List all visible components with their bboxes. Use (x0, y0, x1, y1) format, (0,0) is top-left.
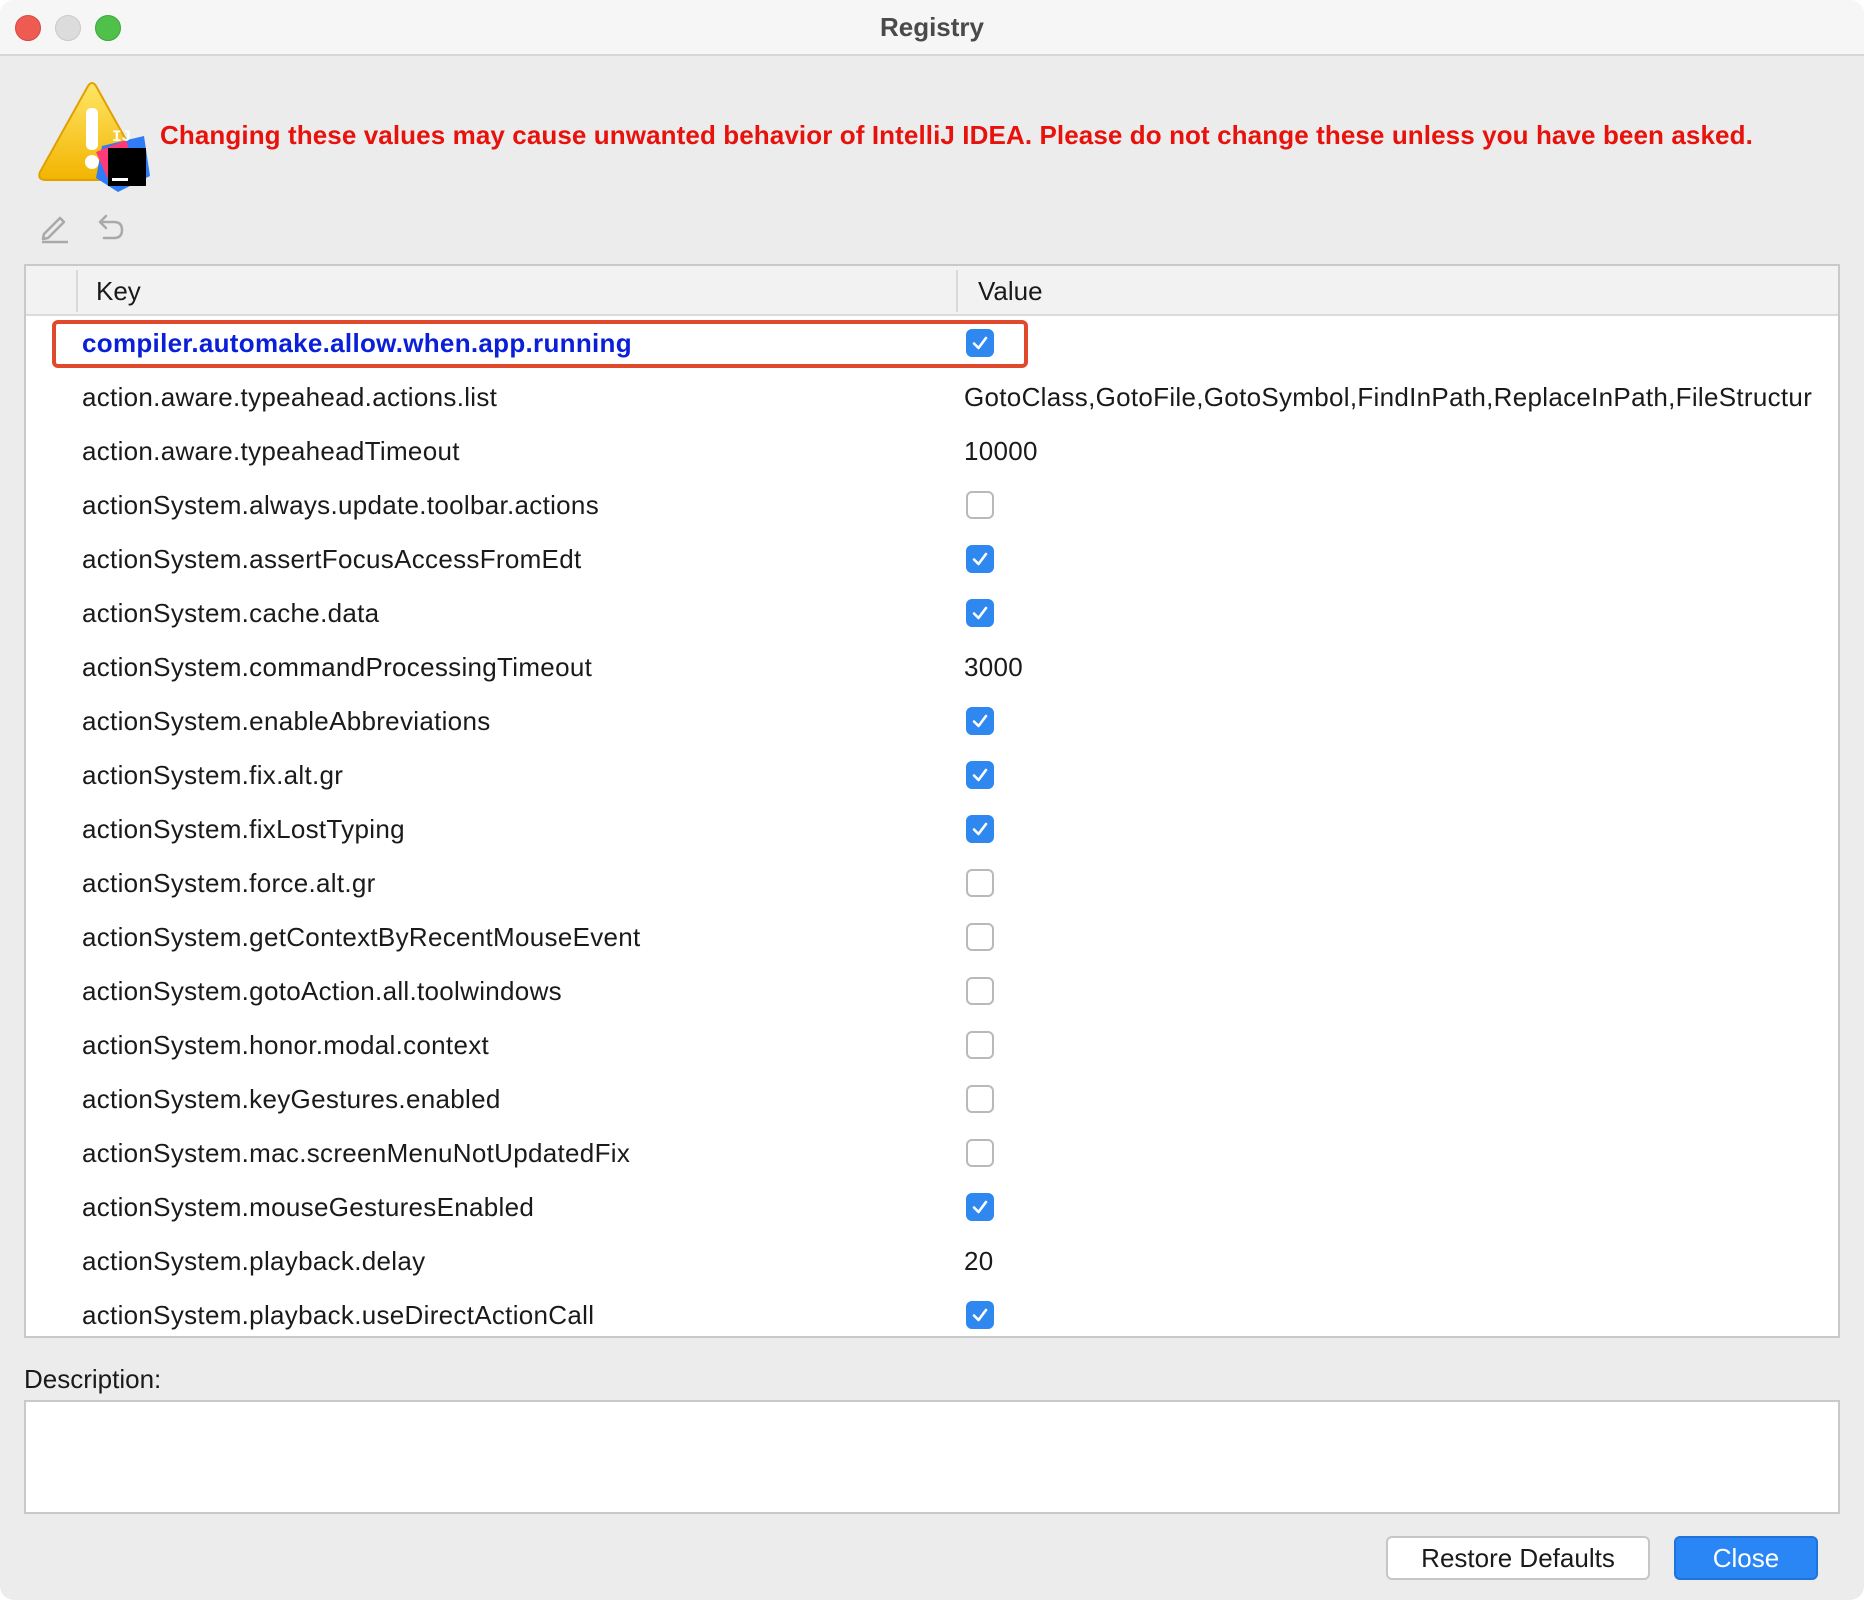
row-value-checkbox[interactable] (966, 761, 994, 789)
row-key: actionSystem.keyGestures.enabled (82, 1084, 501, 1114)
registry-table: Key Value compiler.automake.allow.when.a… (24, 264, 1840, 1338)
pencil-icon[interactable] (38, 210, 72, 244)
column-header-key[interactable]: Key (96, 266, 141, 316)
row-key: actionSystem.always.update.toolbar.actio… (82, 490, 599, 520)
row-key: actionSystem.mouseGesturesEnabled (82, 1192, 535, 1222)
row-key: actionSystem.cache.data (82, 598, 380, 628)
row-key: actionSystem.enableAbbreviations (82, 706, 491, 736)
row-key: actionSystem.fix.alt.gr (82, 760, 344, 790)
table-row[interactable]: action.aware.typeaheadTimeout 10000 (26, 424, 1838, 478)
table-row[interactable]: actionSystem.enableAbbreviations (26, 694, 1838, 748)
registry-dialog: Registry IJ Changing these values may ca… (0, 0, 1864, 1600)
row-value-checkbox[interactable] (966, 1301, 994, 1329)
table-row[interactable]: actionSystem.honor.modal.context (26, 1018, 1838, 1072)
row-value-checkbox[interactable] (966, 599, 994, 627)
table-row[interactable]: compiler.automake.allow.when.app.running (26, 316, 1838, 370)
description-field[interactable] (24, 1400, 1840, 1514)
row-key: actionSystem.force.alt.gr (82, 868, 376, 898)
close-button[interactable]: Close (1674, 1536, 1818, 1580)
title-bar: Registry (0, 0, 1864, 56)
row-value-checkbox[interactable] (966, 923, 994, 951)
restore-defaults-button[interactable]: Restore Defaults (1386, 1536, 1650, 1580)
table-row[interactable]: actionSystem.always.update.toolbar.actio… (26, 478, 1838, 532)
row-key: actionSystem.getContextByRecentMouseEven… (82, 922, 641, 952)
column-divider (76, 270, 78, 312)
table-body: compiler.automake.allow.when.app.running… (26, 316, 1838, 1336)
table-row[interactable]: actionSystem.gotoAction.all.toolwindows (26, 964, 1838, 1018)
row-key: compiler.automake.allow.when.app.running (82, 328, 632, 358)
row-key: actionSystem.playback.useDirectActionCal… (82, 1300, 595, 1330)
column-header-value[interactable]: Value (978, 266, 1043, 316)
table-row[interactable]: action.aware.typeahead.actions.list GotoC… (26, 370, 1838, 424)
row-key: actionSystem.gotoAction.all.toolwindows (82, 976, 562, 1006)
row-value-text[interactable]: 20 (964, 1234, 994, 1288)
row-key: action.aware.typeahead.actions.list (82, 382, 498, 412)
row-value-checkbox[interactable] (966, 977, 994, 1005)
row-value-checkbox[interactable] (966, 1031, 994, 1059)
undo-icon[interactable] (92, 210, 126, 244)
window-title: Registry (879, 12, 985, 42)
table-row[interactable]: actionSystem.assertFocusAccessFromEdt (26, 532, 1838, 586)
row-key: actionSystem.fixLostTyping (82, 814, 405, 844)
table-row[interactable]: actionSystem.keyGestures.enabled (26, 1072, 1838, 1126)
row-key: actionSystem.mac.screenMenuNotUpdatedFix (82, 1138, 631, 1168)
row-key: actionSystem.honor.modal.context (82, 1030, 490, 1060)
table-row[interactable]: actionSystem.getContextByRecentMouseEven… (26, 910, 1838, 964)
table-row[interactable]: actionSystem.commandProcessingTimeout 300… (26, 640, 1838, 694)
row-key: actionSystem.assertFocusAccessFromEdt (82, 544, 582, 574)
row-value-checkbox[interactable] (966, 329, 994, 357)
row-value-text[interactable]: 3000 (964, 640, 1023, 694)
table-row[interactable]: actionSystem.playback.delay 20 (26, 1234, 1838, 1288)
table-row[interactable]: actionSystem.playback.useDirectActionCal… (26, 1288, 1838, 1336)
row-value-checkbox[interactable] (966, 869, 994, 897)
row-value-text[interactable]: GotoClass,GotoFile,GotoSymbol,FindInPath… (964, 370, 1812, 424)
column-divider[interactable] (956, 270, 958, 312)
row-key: actionSystem.commandProcessingTimeout (82, 652, 593, 682)
table-row[interactable]: actionSystem.fix.alt.gr (26, 748, 1838, 802)
intellij-badge-text: IJ (112, 128, 132, 146)
description-label: Description: (24, 1364, 162, 1394)
row-key: actionSystem.playback.delay (82, 1246, 426, 1276)
table-row[interactable]: actionSystem.cache.data (26, 586, 1838, 640)
table-header: Key Value (26, 266, 1838, 316)
table-row[interactable]: actionSystem.force.alt.gr (26, 856, 1838, 910)
row-value-checkbox[interactable] (966, 1085, 994, 1113)
row-value-text[interactable]: 10000 (964, 424, 1038, 478)
row-value-checkbox[interactable] (966, 707, 994, 735)
table-row[interactable]: actionSystem.fixLostTyping (26, 802, 1838, 856)
warning-message: Changing these values may cause unwanted… (160, 120, 1753, 150)
table-row[interactable]: actionSystem.mouseGesturesEnabled (26, 1180, 1838, 1234)
row-value-checkbox[interactable] (966, 545, 994, 573)
row-value-checkbox[interactable] (966, 1139, 994, 1167)
warning-intellij-icon: IJ (26, 80, 156, 200)
row-key: action.aware.typeaheadTimeout (82, 436, 460, 466)
table-row[interactable]: actionSystem.mac.screenMenuNotUpdatedFix (26, 1126, 1838, 1180)
row-value-checkbox[interactable] (966, 815, 994, 843)
row-value-checkbox[interactable] (966, 1193, 994, 1221)
row-value-checkbox[interactable] (966, 491, 994, 519)
